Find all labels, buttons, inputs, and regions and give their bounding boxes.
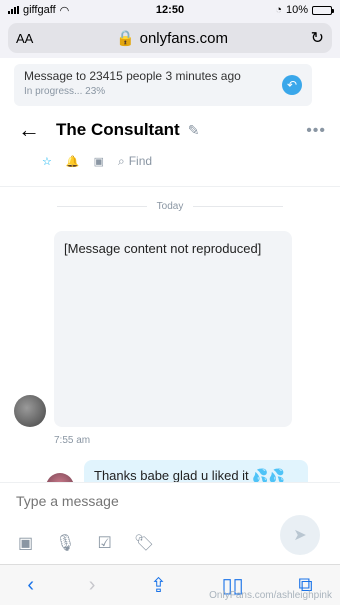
url-text: onlyfans.com xyxy=(139,29,228,47)
sender-avatar[interactable] xyxy=(14,395,46,427)
day-label: Today xyxy=(156,200,184,212)
mass-message-notice-container: Message to 23415 people 3 minutes ago In… xyxy=(0,58,340,110)
watermark: OnlyFans.com/ashleighpink xyxy=(209,590,332,601)
chat-header: ← The Consultant ✎ ••• xyxy=(0,110,340,150)
image-icon[interactable]: ▣ xyxy=(94,155,104,168)
find-button[interactable]: ⌕ Find xyxy=(118,154,152,169)
browser-toolbar: AA 🔒 onlyfans.com ↻ xyxy=(0,20,340,58)
forward-icon[interactable]: › xyxy=(89,574,96,597)
message-list[interactable]: [Message content not reproduced] 7:55 am… xyxy=(0,225,340,485)
more-options-icon[interactable]: ••• xyxy=(306,122,326,140)
lock-icon: 🔒 xyxy=(115,30,135,47)
share-icon[interactable]: ⇪ xyxy=(150,573,167,598)
microphone-icon[interactable]: 🎙 xyxy=(55,533,75,553)
undo-icon[interactable]: ↶ xyxy=(282,75,302,95)
alarm-icon: ◔ xyxy=(275,4,282,16)
notice-progress: In progress... 23% xyxy=(24,86,106,97)
find-label: Find xyxy=(128,154,153,168)
clock: 12:50 xyxy=(155,4,185,16)
carrier-label: giffgaff xyxy=(23,4,56,16)
chat-tools: ☆ 🔔 ▣ ⌕ Find xyxy=(0,150,340,172)
price-tag-icon[interactable]: 🏷 xyxy=(134,533,154,553)
reload-icon[interactable]: ↻ xyxy=(311,28,324,48)
star-icon[interactable]: ☆ xyxy=(42,155,52,168)
search-icon: ⌕ xyxy=(117,153,125,168)
battery-percent: 10% xyxy=(285,4,308,16)
mass-message-notice: Message to 23415 people 3 minutes ago In… xyxy=(14,64,312,106)
signal-icon xyxy=(8,6,19,14)
address-bar[interactable]: AA 🔒 onlyfans.com ↻ xyxy=(8,23,332,53)
pencil-icon[interactable]: ✎ xyxy=(188,122,200,139)
text-size-button[interactable]: AA xyxy=(16,31,33,46)
composer: ▣ 🎙 ☑ 🏷 ➤ xyxy=(0,482,340,564)
day-separator: Today xyxy=(0,187,340,225)
back-arrow-icon[interactable]: ← xyxy=(18,117,40,143)
incoming-message: [Message content not reproduced] xyxy=(54,231,292,427)
chat-title: The Consultant xyxy=(56,120,180,139)
back-icon[interactable]: ‹ xyxy=(27,574,34,597)
status-bar: giffgaff ◠ 12:50 ◔ 10% xyxy=(0,0,340,20)
wifi-icon: ◠ xyxy=(59,4,70,17)
message-input[interactable] xyxy=(16,493,236,509)
message-time: 7:55 am xyxy=(54,435,91,446)
notice-title: Message to 23415 people 3 minutes ago xyxy=(24,69,241,83)
bell-icon[interactable]: 🔔 xyxy=(66,155,80,168)
send-button[interactable]: ➤ xyxy=(280,515,320,555)
calendar-check-icon[interactable]: ☑ xyxy=(97,533,111,553)
battery-icon xyxy=(312,5,334,15)
paper-plane-icon: ➤ xyxy=(293,527,307,544)
image-upload-icon[interactable]: ▣ xyxy=(18,533,33,553)
